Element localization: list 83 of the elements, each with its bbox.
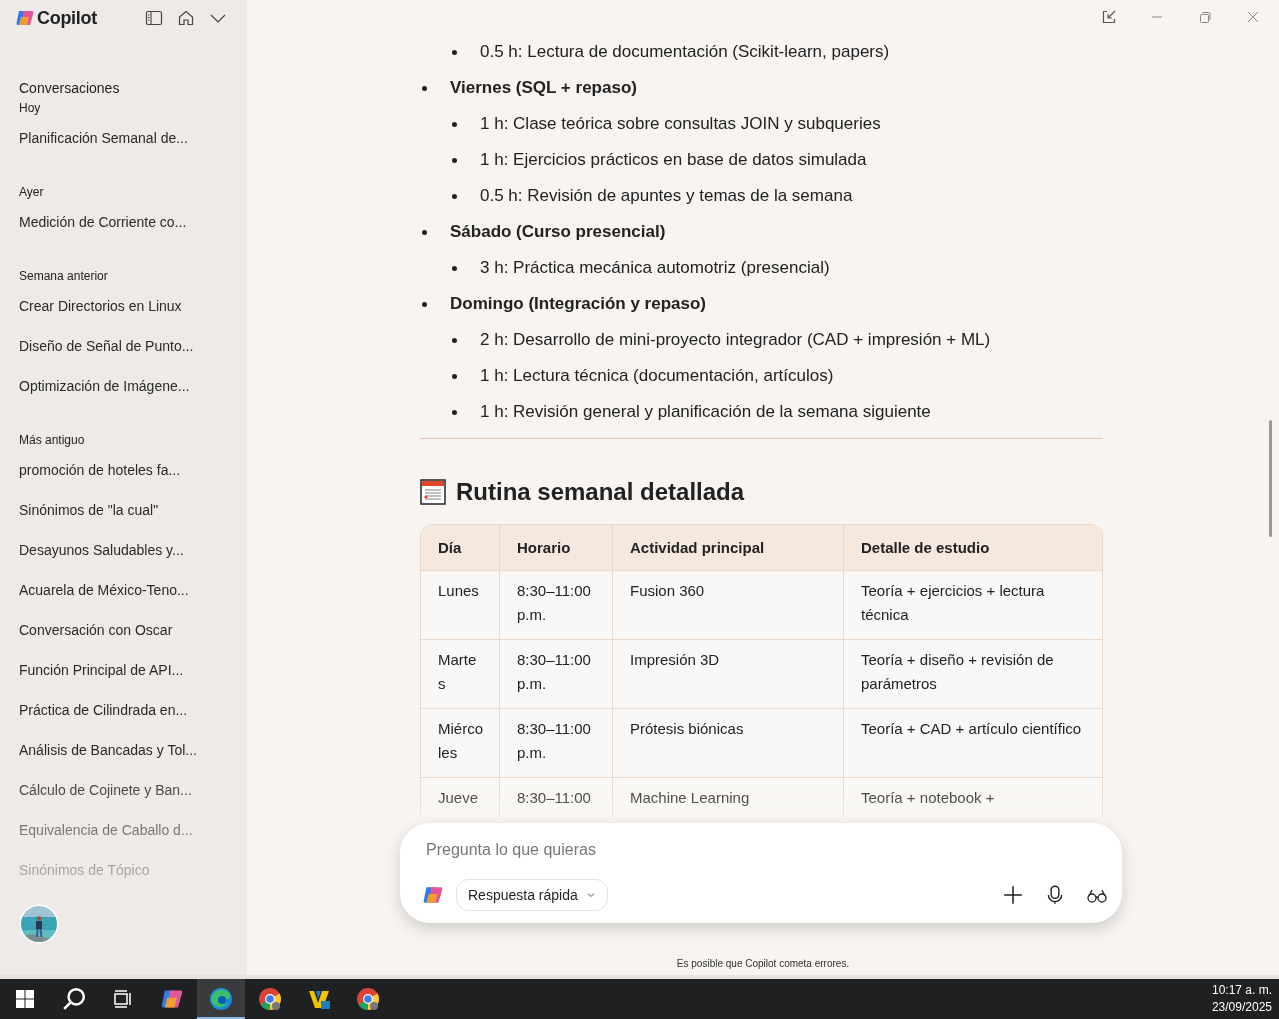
copilot-logo-icon [15,8,35,28]
sidebar-toggle-icon[interactable] [144,9,163,27]
scrollbar-thumb[interactable] [1269,420,1272,537]
conversation-item[interactable]: Planificación Semanal de... [19,118,247,158]
home-icon[interactable] [176,9,195,27]
table-cell: Impresión 3D [612,640,843,708]
caret-icon [585,890,596,900]
browser-icon [209,987,233,1012]
conversation-item[interactable]: Diseño de Señal de Punto... [19,326,247,366]
conversation-item[interactable]: promoción de hoteles fa... [19,450,247,490]
task-text: 1 h: Clase teórica sobre consultas JOIN y subqueries [480,114,881,134]
table-cell-text: Lunes [437,581,480,601]
table-cell: Teoría + diseño + revisión de parámetros [843,640,1102,708]
conversation-item[interactable]: Medición de Corriente co... [19,202,247,242]
bullet-icon [452,265,457,271]
pop-out-icon[interactable] [1101,9,1117,25]
browser-icon [258,987,282,1012]
copilot-icon[interactable] [422,884,444,906]
conversation-item[interactable]: Función Principal de API... [19,650,247,690]
conversation-item[interactable]: Conversación con Oscar [19,610,247,650]
bullet-icon [452,49,457,55]
table-cell: Teoría + ejercicios + lectura técnica [843,571,1102,639]
browser-icon [356,987,380,1012]
group-label: Ayer [19,184,45,200]
mode-dropdown[interactable]: Respuesta rápida [456,879,608,911]
table-cell: 8:30–11:00 p.m. [499,640,612,708]
task-text: 2 h: Desarrollo de mini-proyecto integrador (CAD + impresión + ML) [480,330,991,350]
table-cell: 8:30–11:00 p.m. [499,709,612,777]
day-heading: Sábado (Curso presencial) [450,222,666,242]
task-text: 0.5 h: Lectura de documentación (Scikit-learn, papers) [480,42,890,62]
search-icon [62,987,86,1012]
conversation-item[interactable]: Sinónimos de "la cual" [19,490,247,530]
bullet-icon [452,373,457,379]
section-heading: Rutina semanal detallada [456,478,745,506]
column-header: Detalle de estudio [843,525,1102,570]
restore-icon[interactable] [1197,9,1213,25]
group-label: Más antiguo [19,432,86,448]
conversation-item[interactable]: Desayunos Saludables y... [19,530,247,570]
column-header: Horario [499,525,612,570]
conversation-item[interactable]: Equivalencia de Caballo d... [19,810,247,850]
conversation-item[interactable]: Práctica de Cilindrada en... [19,690,247,730]
table-cell: Prótesis biónicas [612,709,843,777]
task-text: 1 h: Lectura técnica (documentación, artículos) [480,366,834,386]
conversation-item[interactable]: Análisis de Bancadas y Tol... [19,730,247,770]
app-name: Copilot [37,7,97,29]
group-label: Hoy [19,100,42,116]
section-title: Conversaciones [19,80,121,96]
bullet-icon [422,85,427,91]
bullet-icon [422,301,427,307]
table-cell: Fusion 360 [612,571,843,639]
task-text: 0.5 h: Revisión de apuntes y temas de la semana [480,186,853,206]
message-input[interactable]: Pregunta lo que quieras [422,837,1108,863]
windows-icon [15,989,35,1010]
column-header: Día [437,537,463,558]
day-heading: Viernes (SQL + repaso) [450,78,637,98]
column-header: Actividad principal [612,525,843,570]
bullet-icon [452,193,457,199]
group-label: Semana anterior [19,268,109,284]
bullet-icon [422,229,427,235]
table-cell-text: Miércoles [437,719,484,763]
bullet-icon [452,157,457,163]
table-cell-text: Martes [437,650,478,694]
task-text: 1 h: Ejercicios prácticos en base de datos simulada [480,150,867,170]
conversation-item[interactable]: Optimización de Imágene... [19,366,247,406]
task-text: 3 h: Práctica mecánica automotriz (presencial) [480,258,830,278]
bullet-icon [452,337,457,343]
table-cell: 8:30–11:00 p.m. [499,571,612,639]
conversation-item[interactable]: Crear Directorios en Linux [19,286,247,326]
plus-icon[interactable] [1002,884,1024,906]
table-cell: Teoría + CAD + artículo científico [843,709,1102,777]
task-view-icon [113,989,133,1010]
disclaimer-text: Es posible que Copilot cometa errores. [675,958,851,969]
day-heading: Domingo (Integración y repaso) [450,294,706,314]
close-icon[interactable] [1245,9,1261,25]
task-text: 1 h: Revisión general y planificación de la semana siguiente [480,402,931,422]
calendar-icon [420,479,446,505]
bullet-icon [452,121,457,127]
table-cell-text: Jueve [437,788,480,808]
conversation-item[interactable]: Acuarela de México-Teno... [19,570,247,610]
bullet-icon [452,409,457,415]
clock-time: 10:17 a. m. [1211,982,1272,1000]
clock-date: 23/09/2025 [1211,999,1272,1017]
conversation-item[interactable]: Cálculo de Cojinete y Ban... [19,770,247,810]
